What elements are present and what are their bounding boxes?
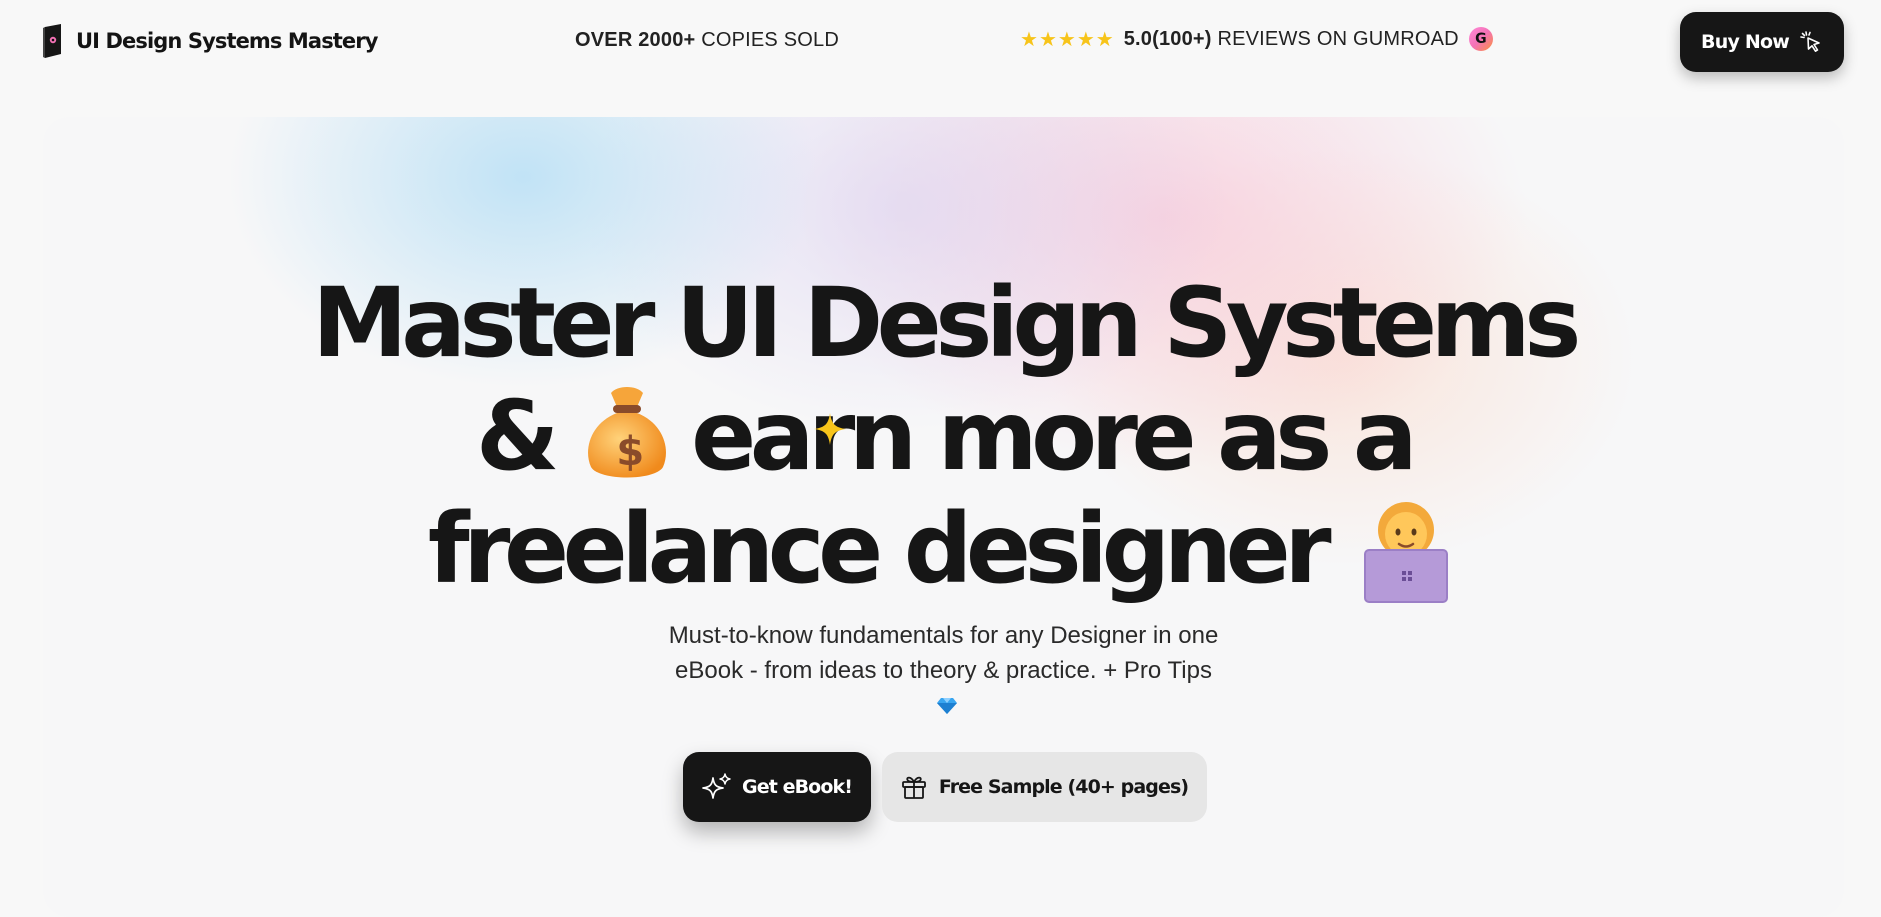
hero-subtitle: Must-to-know fundamentals for any Design… [43,618,1844,723]
reviews-stat: ★ ★ ★ ★ ★ 5.0(100+) REVIEWS ON GUMROAD G [1020,27,1493,51]
gift-icon [901,776,926,799]
star-icon: ★ [1057,27,1076,51]
gumroad-letter: G [1475,31,1487,47]
pointer-click-icon [1800,31,1820,52]
subtitle-line-2: eBook - from ideas to theory & practice.… [43,653,1844,723]
headline-line-1: Master UI Design Systems [312,267,1581,379]
free-sample-button[interactable]: Free Sample (40+ pages) [882,752,1207,822]
free-sample-label: Free Sample (40+ pages) [938,776,1189,798]
copies-sold-stat: OVER 2000+ COPIES SOLD [575,29,839,52]
subtitle-line-2-text: eBook - from ideas to theory & practice.… [675,657,1212,684]
reviews-label: 5.0(100+) REVIEWS ON GUMROAD [1124,28,1459,51]
woman-technologist-emoji [1364,502,1449,603]
subtitle-line-1: Must-to-know fundamentals for any Design… [668,622,1219,649]
star-icon: ★ [1020,27,1038,51]
sparkles-icon [702,773,731,799]
gem-icon [936,698,957,714]
sparkle-icon [814,413,846,445]
headline-line-2: & $ earn more as a [43,380,1844,493]
star-icon: ★ [1076,27,1095,51]
get-ebook-button[interactable]: Get eBook! [683,752,871,822]
buy-now-label: Buy Now [1701,31,1790,53]
hero-section: Master UI Design Systems & $ earn more a… [43,117,1844,917]
copies-sold-label: COPIES SOLD [701,29,839,51]
top-bar: UI Design Systems Mastery OVER 2000+ COP… [0,0,1881,84]
rating-stars: ★ ★ ★ ★ ★ [1020,29,1114,49]
cta-row: Get eBook! Free Sample (40+ pages) [683,752,1207,822]
brand[interactable]: UI Design Systems Mastery [42,24,378,58]
headline-freelance-text: freelance designer [427,493,1332,605]
copies-sold-count: OVER 2000+ [575,29,696,51]
brand-name: UI Design Systems Mastery [76,29,378,53]
book-icon [43,24,61,58]
star-icon: ★ [1095,27,1114,51]
gumroad-icon[interactable]: G [1468,27,1493,51]
buy-now-button[interactable]: Buy Now [1680,12,1844,72]
headline-line-3: freelance designer [43,493,1844,606]
rating-value: 5.0(100+) [1123,27,1212,50]
headline-ampersand: & [475,380,560,492]
headline-earn-text: earn more as a [691,380,1417,492]
star-icon: ★ [1038,27,1057,51]
get-ebook-label: Get eBook! [742,776,853,798]
reviews-source: REVIEWS ON GUMROAD [1217,27,1459,50]
money-bag-emoji: $ [588,387,667,478]
hero-headline: Master UI Design Systems & $ earn more a… [43,267,1844,606]
